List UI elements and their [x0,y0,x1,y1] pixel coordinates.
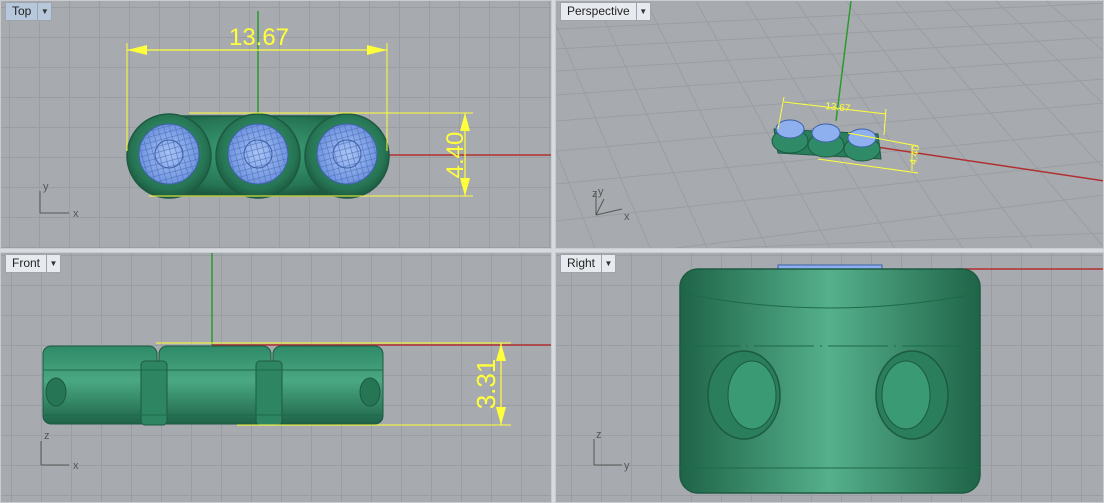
axis-label-z: z [44,430,50,442]
axis-label-x: x [73,208,79,220]
viewport-top[interactable]: Top ▼ 13.67 4.40 y x [0,0,552,249]
dimension-height-label: 3.31 [471,359,501,410]
axis-label-y: y [598,186,604,198]
right-view-scene[interactable]: z y [556,253,1104,503]
axis-widget-right [593,439,622,466]
viewport-perspective[interactable]: 13.67 4.40 z y x Perspective ▼ [555,0,1104,249]
viewport-label: Front [12,256,41,270]
ring-model-perspective[interactable] [771,119,882,162]
viewport-label: Right [567,256,596,270]
dimension-height-label: 4.40 [442,132,469,179]
front-view-scene[interactable]: 3.31 z x [1,253,552,503]
viewport-front[interactable]: Front ▼ 3.31 z x [0,252,552,503]
viewport-title-top[interactable]: Top ▼ [5,2,53,21]
viewport-right[interactable]: Right ▼ z y [555,252,1104,503]
axis-label-y: y [43,181,49,193]
axis-widget-top [39,191,69,214]
viewport-label: Perspective [567,4,630,18]
dropdown-arrow-icon[interactable]: ▼ [635,3,650,20]
ring-model-top[interactable] [126,113,390,199]
ring-model-front[interactable] [42,345,384,426]
top-view-scene[interactable]: 13.67 4.40 y x [1,1,552,249]
dimension-width-label: 13.67 [825,101,851,115]
axis-label-x: x [624,211,630,223]
viewport-label: Top [12,4,32,18]
ring-model-right[interactable] [679,268,981,494]
viewport-title-front[interactable]: Front ▼ [5,254,62,273]
perspective-scene[interactable]: 13.67 4.40 z y x [556,1,1104,249]
axis-label-z: z [592,188,598,200]
viewport-title-right[interactable]: Right ▼ [560,254,617,273]
dimension-height-label: 4.40 [908,144,922,166]
axis-label-y: y [624,460,630,472]
dropdown-arrow-icon[interactable]: ▼ [37,3,51,20]
dimension-width-label: 13.67 [229,24,289,51]
dropdown-arrow-icon[interactable]: ▼ [601,255,615,272]
dropdown-arrow-icon[interactable]: ▼ [46,255,60,272]
axis-widget-front [40,441,69,466]
axis-label-z: z [596,429,602,441]
axis-label-x: x [73,460,79,472]
viewport-title-perspective[interactable]: Perspective ▼ [560,2,651,21]
